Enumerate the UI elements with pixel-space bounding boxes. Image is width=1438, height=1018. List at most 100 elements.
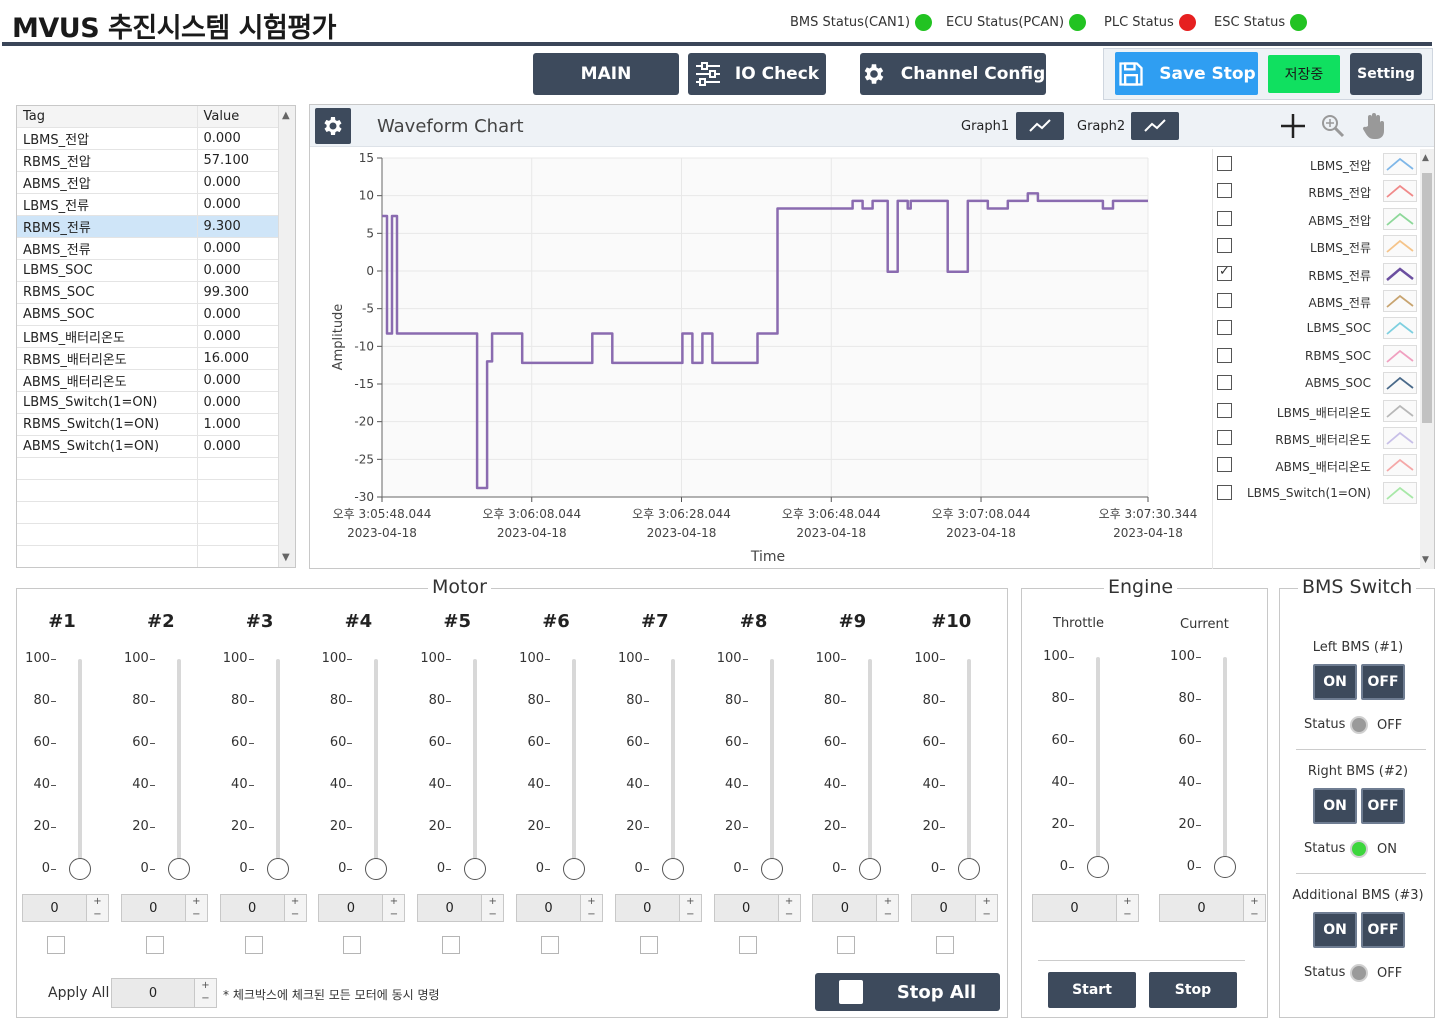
motor-value[interactable]: 0 [122,895,185,921]
legend-item[interactable]: LBMS_배터리온도 [1213,398,1421,425]
setting-button[interactable]: Setting [1350,53,1422,95]
motor-value[interactable]: 0 [517,895,580,921]
table-row[interactable]: RBMS_SOC 99.300 [17,281,279,304]
table-row[interactable]: LBMS_전압 0.000 [17,127,279,150]
legend-item[interactable]: ABMS_전압 [1213,206,1421,233]
bms-on-button[interactable]: ON [1313,664,1357,700]
stepper-arrows[interactable]: + − [184,895,207,921]
table-row[interactable]: ABMS_전압 0.000 [17,171,279,194]
motor-value-stepper[interactable]: 0 + − [120,894,208,922]
slider-track[interactable] [769,659,774,869]
table-row[interactable]: LBMS_SOC 0.000 [17,259,279,282]
stepper-arrows[interactable]: + − [382,895,405,921]
pan-hand-icon[interactable] [1362,112,1386,144]
slider-track[interactable] [1223,657,1227,867]
legend-item[interactable]: RBMS_전류 [1213,261,1421,288]
slider-track[interactable] [473,659,478,869]
chart-settings-button[interactable] [315,108,351,144]
legend-checkbox[interactable] [1217,430,1232,445]
motor-value[interactable]: 0 [912,895,975,921]
bms-on-button[interactable]: ON [1313,788,1357,824]
motor-value[interactable]: 0 [813,895,876,921]
legend-checkbox[interactable] [1217,210,1232,226]
legend-checkbox[interactable] [1217,156,1232,171]
slider-track[interactable] [1096,657,1100,867]
stepper-arrows[interactable]: + − [678,895,701,921]
graph1-button[interactable] [1016,112,1064,140]
legend-checkbox[interactable] [1217,402,1232,418]
table-scrollbar[interactable]: ▲ ▼ [278,106,295,567]
engine-start-button[interactable]: Start [1048,972,1136,1008]
stepper-arrows[interactable]: + − [580,895,602,921]
legend-checkbox[interactable] [1217,457,1232,473]
graph2-button[interactable] [1131,112,1179,140]
legend-checkbox[interactable] [1217,347,1232,363]
legend-checkbox[interactable] [1217,264,1232,281]
legend-item[interactable]: LBMS_전압 [1213,151,1421,178]
io-check-button[interactable]: IO Check [688,53,826,95]
motor-select-checkbox[interactable] [244,936,263,954]
save-stop-button[interactable]: Save Stop [1115,52,1258,95]
motor-value-stepper[interactable]: 0 + − [713,894,801,922]
crosshair-icon[interactable] [1280,113,1306,143]
stepper-arrows[interactable]: + − [876,895,899,921]
motor-value[interactable]: 0 [418,895,481,921]
zoom-icon[interactable] [1320,113,1346,143]
motor-select-checkbox[interactable] [145,936,164,954]
scroll-down-icon[interactable]: ▼ [1422,555,1429,565]
stepper-arrows[interactable]: + − [86,895,108,921]
slider-thumb[interactable] [69,858,91,880]
motor-select-checkbox[interactable] [47,936,65,954]
legend-item[interactable]: LBMS_SOC [1213,315,1421,342]
legend-checkbox[interactable] [1217,484,1232,500]
motor-value[interactable]: 0 [23,895,86,921]
legend-checkbox[interactable] [1217,183,1232,199]
tag-value-table[interactable]: Tag Value LBMS_전압 0.000 RBMS_전압 57.100 ABMS_… [16,105,296,568]
motor-select-checkbox[interactable] [738,936,757,954]
bms-off-button[interactable]: OFF [1361,912,1405,948]
throttle-value-stepper[interactable]: 0 + − [1032,894,1139,922]
bms-off-button[interactable]: OFF [1361,664,1405,700]
motor-select-checkbox[interactable] [343,936,362,954]
column-header-tag[interactable]: Tag [17,106,198,128]
legend-item[interactable]: ABMS_SOC [1213,370,1421,397]
slider-track[interactable] [670,659,675,869]
stepper-arrows[interactable]: + − [1243,895,1265,921]
legend-checkbox[interactable] [1217,375,1232,391]
legend-item[interactable]: LBMS_전류 [1213,233,1421,260]
stepper-arrows[interactable]: + − [283,895,306,921]
motor-value-stepper[interactable]: 0 + − [812,894,900,922]
legend-scroll-thumb[interactable] [1422,173,1432,423]
apply-all-value[interactable]: 0 [112,979,194,1007]
motor-select-checkbox[interactable] [639,936,658,954]
bms-on-button[interactable]: ON [1313,912,1357,948]
motor-value[interactable]: 0 [319,895,382,921]
scroll-down-icon[interactable]: ▼ [282,552,290,563]
slider-thumb[interactable] [167,858,190,880]
legend-item[interactable]: LBMS_Switch(1=ON) [1213,480,1421,507]
slider-track[interactable] [78,659,82,869]
slider-track[interactable] [572,659,576,869]
motor-value[interactable]: 0 [616,895,679,921]
motor-select-checkbox[interactable] [442,936,461,954]
slider-track[interactable] [275,659,280,869]
stop-all-button[interactable]: Stop All [815,973,1000,1011]
motor-select-checkbox[interactable] [936,936,955,954]
table-row[interactable]: ABMS_배터리온도 0.000 [17,369,279,392]
table-row[interactable]: LBMS_Switch(1=ON) 0.000 [17,391,279,414]
table-row[interactable]: RBMS_배터리온도 16.000 [17,347,279,370]
current-value-stepper[interactable]: 0 + − [1159,894,1266,922]
engine-stop-button[interactable]: Stop [1149,972,1237,1008]
table-row[interactable]: RBMS_Switch(1=ON) 1.000 [17,413,279,436]
scroll-up-icon[interactable]: ▲ [1422,153,1429,163]
legend-checkbox[interactable] [1217,238,1232,254]
column-header-value[interactable]: Value [197,106,279,128]
slider-thumb[interactable] [1087,856,1109,878]
slider-thumb[interactable] [266,858,289,880]
table-row[interactable]: ABMS_SOC 0.000 [17,303,279,326]
motor-select-checkbox[interactable] [541,936,559,954]
legend-item[interactable]: RBMS_SOC [1213,343,1421,370]
legend-item[interactable]: ABMS_전류 [1213,288,1421,315]
current-value[interactable]: 0 [1160,895,1243,921]
legend-checkbox[interactable] [1217,320,1232,336]
